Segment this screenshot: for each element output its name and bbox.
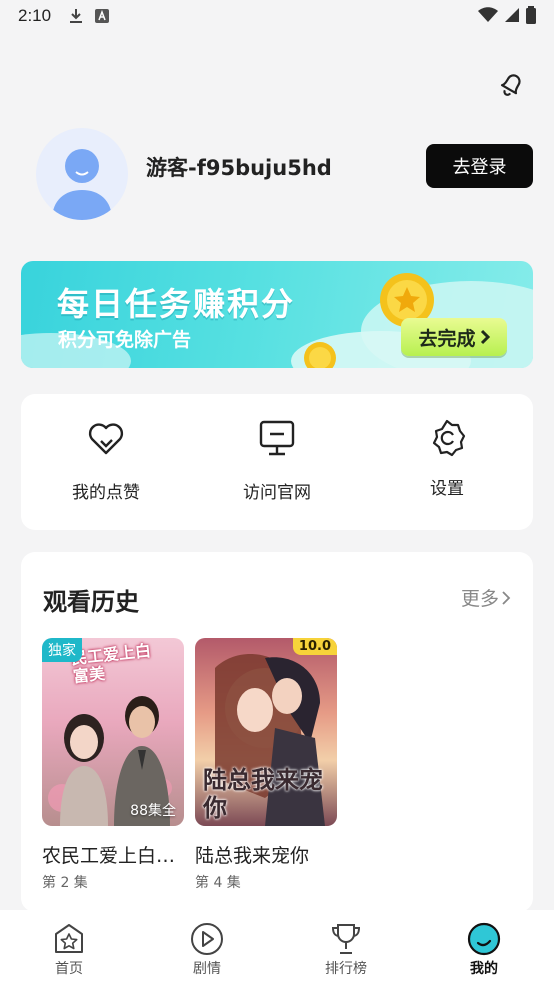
nav-ranking[interactable]: 排行榜 (306, 922, 386, 978)
my-likes-button[interactable]: 我的点赞 (41, 418, 171, 503)
exclusive-badge: 独家 (42, 638, 82, 662)
nav-ranking-label: 排行榜 (325, 961, 367, 977)
visit-website-button[interactable]: 访问官网 (212, 418, 342, 503)
visit-website-label: 访问官网 (243, 483, 311, 503)
nav-profile-label: 我的 (470, 961, 498, 977)
nav-profile[interactable]: 我的 (444, 922, 524, 978)
complete-task-button[interactable]: 去完成 (401, 318, 507, 356)
daily-task-banner[interactable]: 每日任务赚积分 积分可免除广告 去完成 (21, 261, 533, 368)
more-label: 更多 (460, 588, 499, 610)
trophy-icon (329, 922, 363, 956)
small-coin-icon (303, 341, 337, 368)
status-time: 2:10 (18, 6, 52, 25)
settings-icon (427, 418, 467, 458)
play-icon (190, 922, 224, 956)
avatar[interactable] (36, 128, 128, 220)
banner-subtitle: 积分可免除广告 (58, 329, 192, 351)
history-item-poster[interactable]: 民工爱上白富美 独家 88集全 (42, 638, 184, 826)
banner-title: 每日任务赚积分 (57, 285, 296, 323)
complete-task-label: 去完成 (418, 327, 476, 350)
bell-icon (495, 67, 529, 105)
history-item-poster[interactable]: 陆总我来宠你 10.0 (195, 638, 337, 826)
status-right-icons (478, 6, 536, 29)
download-icon (69, 8, 83, 24)
battery-icon (526, 6, 536, 29)
login-button[interactable]: 去登录 (426, 144, 533, 188)
status-bar: 2:10 (0, 0, 554, 32)
heart-icon (86, 418, 126, 458)
monitor-icon (257, 418, 297, 458)
wifi-icon (478, 7, 498, 28)
nav-home[interactable]: 首页 (29, 922, 109, 978)
chevron-right-icon (480, 329, 490, 345)
home-star-icon (52, 922, 86, 956)
bottom-navigation: 首页 剧情 排行榜 我的 (0, 910, 554, 984)
username: 游客-f95buju5hd (146, 156, 332, 180)
cellular-signal-icon (504, 7, 520, 28)
score-badge: 10.0 (292, 638, 337, 655)
watch-history-card: 观看历史 更多 民工爱上白富美 独家 88集全 农民工爱上白… 第 2 集 陆总… (21, 552, 533, 912)
chevron-right-icon (501, 590, 511, 606)
nav-drama[interactable]: 剧情 (167, 922, 247, 978)
notification-button[interactable] (494, 68, 530, 104)
poster-title-art: 陆总我来宠你 (203, 766, 323, 822)
history-item-episode: 第 4 集 (195, 875, 241, 891)
app-notification-icon (95, 9, 110, 23)
profile-icon (467, 922, 501, 956)
history-item-episode: 第 2 集 (42, 875, 88, 891)
nav-drama-label: 剧情 (193, 961, 221, 977)
history-item-title[interactable]: 陆总我来宠你 (195, 841, 337, 868)
history-title: 观看历史 (43, 588, 139, 616)
nav-home-label: 首页 (55, 961, 83, 977)
history-item-title[interactable]: 农民工爱上白… (42, 841, 184, 868)
episode-total: 88集全 (130, 803, 176, 819)
settings-button[interactable]: 设置 (382, 418, 512, 499)
my-likes-label: 我的点赞 (72, 483, 140, 503)
more-link[interactable]: 更多 (461, 584, 511, 611)
settings-label: 设置 (430, 479, 464, 499)
quick-actions-card: 我的点赞 访问官网 设置 (21, 394, 533, 530)
